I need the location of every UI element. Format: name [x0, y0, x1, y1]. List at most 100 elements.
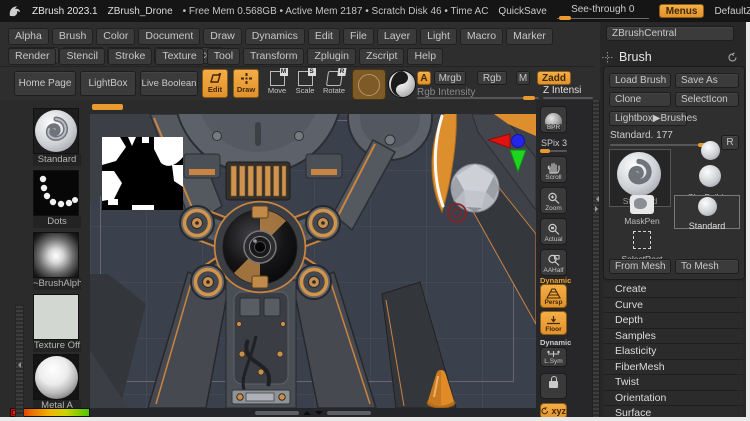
default-zscript-button[interactable]: DefaultZScript: [714, 6, 750, 17]
aahalf-button[interactable]: AAHalf: [540, 249, 567, 276]
menu-item[interactable]: Texture: [155, 48, 204, 65]
zbrush-window: ZBrush 2023.1 ZBrush_Drone • Free Mem 0.…: [0, 0, 750, 421]
select-icon-button[interactable]: SelectIcon: [675, 92, 739, 107]
drone-model[interactable]: [90, 114, 536, 408]
selectrect-icon: [633, 231, 651, 249]
subpalette-item[interactable]: Depth: [603, 313, 743, 329]
home-page-button[interactable]: Home Page: [14, 71, 76, 96]
scroll-button[interactable]: Scroll: [540, 156, 567, 183]
spix-handle[interactable]: [540, 149, 550, 153]
brush-thumb-standard[interactable]: Standard: [33, 108, 81, 166]
subpalette-item[interactable]: FiberMesh: [603, 359, 743, 375]
menu-item[interactable]: Brush: [51, 28, 94, 45]
brush-panel-header[interactable]: Brush: [600, 48, 746, 66]
current-brush-button[interactable]: [352, 69, 386, 100]
menu-item[interactable]: Alpha: [8, 28, 49, 45]
menu-item[interactable]: Color: [96, 28, 136, 45]
right-shelf: BPR SPix 3 Scroll Zoom Actual AAHalf Dyn…: [536, 100, 592, 419]
subpalette-item[interactable]: Curve: [603, 297, 743, 313]
menu-item[interactable]: Macro: [459, 28, 504, 45]
quicksave-button[interactable]: QuickSave: [498, 6, 546, 17]
move-icon: M: [269, 68, 288, 86]
draw-button[interactable]: Draw: [233, 69, 259, 98]
right-tray-resize-handle[interactable]: [592, 100, 600, 417]
menu-item[interactable]: File: [342, 28, 374, 45]
document-canvas[interactable]: [90, 114, 536, 408]
rotate-button[interactable]: R Rotate: [320, 68, 348, 98]
menu-item[interactable]: Layer: [376, 28, 418, 45]
bpr-button[interactable]: BPR: [540, 106, 567, 133]
spix-slider[interactable]: [540, 149, 567, 153]
alpha-channel-button[interactable]: A: [417, 71, 431, 85]
subpalette-item[interactable]: Create: [603, 282, 743, 298]
menu-item[interactable]: Light: [420, 28, 457, 45]
mrgb-button[interactable]: Mrgb: [434, 71, 466, 85]
menu-item[interactable]: Dynamics: [244, 28, 305, 45]
menu-item[interactable]: Render: [8, 48, 57, 65]
local-transform-lock-button[interactable]: [540, 373, 567, 399]
subpalette-item[interactable]: Samples: [603, 328, 743, 344]
from-mesh-button[interactable]: From Mesh: [609, 259, 671, 274]
actual-button[interactable]: Actual: [540, 218, 567, 245]
panel-title: Brush: [619, 50, 652, 64]
subpalette-item[interactable]: Orientation: [603, 390, 743, 406]
menu-item[interactable]: Zscript: [358, 48, 405, 65]
menus-toggle-button[interactable]: Menus: [658, 4, 705, 18]
clone-button[interactable]: Clone: [609, 92, 671, 107]
material-thumb-metala[interactable]: Metal A: [33, 354, 81, 412]
brush-thumb-standard-selected[interactable]: Standard: [674, 195, 740, 231]
brush-size-value: 177: [656, 130, 673, 141]
left-tray: Standard Dots ~BrushAlpha Texture Off: [0, 100, 91, 421]
texture-thumb-off[interactable]: Texture Off: [33, 294, 81, 352]
zoom-button[interactable]: Zoom: [540, 187, 567, 214]
menu-item[interactable]: Help: [407, 48, 444, 65]
left-tray-resize-handle[interactable]: [15, 305, 24, 421]
see-through-handle[interactable]: [558, 16, 571, 20]
tray-divider-handle[interactable]: [92, 104, 123, 110]
menu-item[interactable]: Transform: [243, 48, 305, 65]
current-material-button[interactable]: [388, 70, 416, 98]
subpalette-item[interactable]: Twist: [603, 375, 743, 391]
menu-item[interactable]: Edit: [307, 28, 340, 45]
panel-dock-icon[interactable]: [602, 51, 613, 63]
z-intensity-slider[interactable]: [543, 97, 593, 99]
rgb-button[interactable]: Rgb: [477, 71, 507, 85]
persp-button[interactable]: Persp: [540, 284, 567, 308]
subpalette-item[interactable]: Elasticity: [603, 344, 743, 360]
save-as-button[interactable]: Save As: [675, 73, 739, 88]
m-button[interactable]: M: [516, 71, 530, 85]
live-boolean-button[interactable]: Live Boolean: [140, 71, 198, 96]
panel-reset-icon[interactable]: [727, 52, 738, 63]
scrollbar-left-segment[interactable]: [255, 410, 299, 415]
rgb-intensity-slider[interactable]: [417, 96, 539, 100]
subpalette-label: Twist: [615, 376, 639, 389]
zadd-button[interactable]: Zadd: [537, 71, 571, 85]
alpha-thumb-brushalpha[interactable]: ~BrushAlpha: [33, 232, 81, 290]
menu-item[interactable]: Stroke: [107, 48, 153, 65]
stroke-thumb-dots[interactable]: Dots: [33, 170, 81, 228]
to-mesh-button[interactable]: To Mesh: [675, 259, 739, 274]
menu-item[interactable]: Stencil: [59, 48, 105, 65]
menu-item[interactable]: Document: [138, 28, 201, 45]
scroll-up-arrow-icon[interactable]: [303, 407, 311, 415]
hand-icon: [547, 162, 560, 174]
scale-button[interactable]: S Scale: [292, 68, 318, 98]
floor-button[interactable]: Floor: [540, 311, 567, 335]
brush-thumb-claybuildup[interactable]: ClayBuildup: [680, 163, 740, 202]
menu-item[interactable]: Tool: [206, 48, 241, 65]
lightbox-button[interactable]: LightBox: [80, 71, 136, 96]
menu-item[interactable]: Marker: [506, 28, 553, 45]
brush-thumb-maskpen[interactable]: MaskPen: [614, 195, 670, 229]
canvas-scrollbar[interactable]: [90, 408, 536, 417]
menu-item[interactable]: Draw: [203, 28, 242, 45]
zbrushcentral-button[interactable]: ZBrushCentral: [606, 26, 734, 41]
move-button[interactable]: M Move: [264, 68, 290, 98]
menu-item[interactable]: Zplugin: [307, 48, 356, 65]
edit-button[interactable]: Edit: [202, 69, 228, 98]
lightbox-brushes-button[interactable]: Lightbox▶Brushes: [609, 111, 697, 126]
scrollbar-right-segment[interactable]: [327, 410, 371, 415]
local-symmetry-button[interactable]: L.Sym: [540, 347, 567, 367]
see-through-slider[interactable]: See-through 0: [556, 3, 649, 20]
load-brush-button[interactable]: Load Brush: [609, 73, 671, 88]
subpalette-label: Curve: [615, 298, 644, 311]
